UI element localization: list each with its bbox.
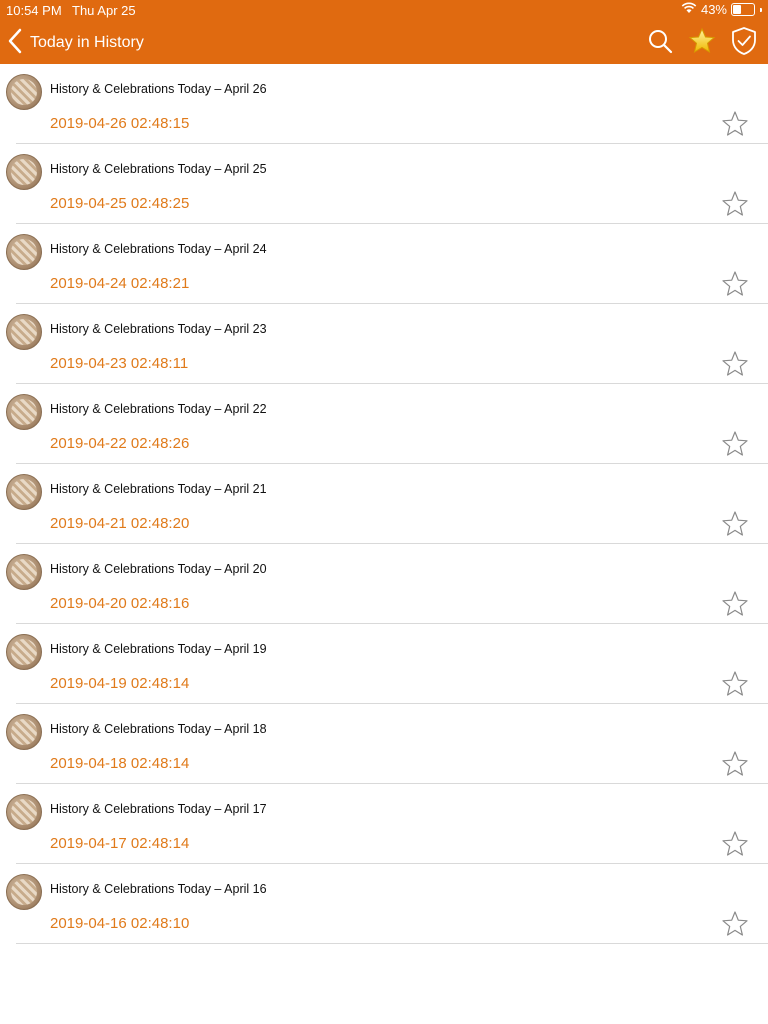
item-date: 2019-04-18 02:48:14 xyxy=(50,755,190,772)
search-button[interactable] xyxy=(646,28,674,58)
chevron-left-icon xyxy=(8,28,22,59)
item-title: History & Celebrations Today – April 24 xyxy=(50,242,267,256)
wifi-icon xyxy=(681,2,697,17)
avatar xyxy=(6,314,42,350)
nav-actions xyxy=(646,26,758,61)
star-outline-icon xyxy=(721,190,749,223)
list-item[interactable]: History & Celebrations Today – April 17 2… xyxy=(0,784,768,864)
star-outline-icon xyxy=(721,270,749,303)
item-date: 2019-04-16 02:48:10 xyxy=(50,915,190,932)
item-title: History & Celebrations Today – April 20 xyxy=(50,562,267,576)
favorite-button[interactable] xyxy=(720,430,750,463)
item-date: 2019-04-23 02:48:11 xyxy=(50,355,189,372)
this-day-logo-icon xyxy=(11,639,37,665)
this-day-logo-icon xyxy=(11,719,37,745)
list-item[interactable]: History & Celebrations Today – April 20 2… xyxy=(0,544,768,624)
this-day-logo-icon xyxy=(11,399,37,425)
star-outline-icon xyxy=(721,430,749,463)
favorite-button[interactable] xyxy=(720,910,750,943)
this-day-logo-icon xyxy=(11,799,37,825)
history-list: History & Celebrations Today – April 26 2… xyxy=(0,64,768,944)
favorite-button[interactable] xyxy=(720,750,750,783)
favorite-button[interactable] xyxy=(720,830,750,863)
item-title: History & Celebrations Today – April 16 xyxy=(50,882,267,896)
star-outline-icon xyxy=(721,830,749,863)
item-title: History & Celebrations Today – April 22 xyxy=(50,402,267,416)
this-day-logo-icon xyxy=(11,159,37,185)
avatar xyxy=(6,394,42,430)
verified-button[interactable] xyxy=(730,26,758,61)
star-outline-icon xyxy=(721,670,749,703)
item-title: History & Celebrations Today – April 25 xyxy=(50,162,267,176)
app-header: 10:54 PM Thu Apr 25 43% Today in History xyxy=(0,0,768,64)
star-outline-icon xyxy=(721,750,749,783)
list-item[interactable]: History & Celebrations Today – April 23 2… xyxy=(0,304,768,384)
avatar xyxy=(6,74,42,110)
star-outline-icon xyxy=(721,590,749,623)
favorites-button[interactable] xyxy=(688,27,716,60)
item-date: 2019-04-22 02:48:26 xyxy=(50,435,190,452)
avatar xyxy=(6,874,42,910)
battery-fill xyxy=(733,5,741,14)
item-date: 2019-04-25 02:48:25 xyxy=(50,195,190,212)
back-button[interactable]: Today in History xyxy=(8,28,144,58)
this-day-logo-icon xyxy=(11,479,37,505)
item-title: History & Celebrations Today – April 23 xyxy=(50,322,267,336)
status-time: 10:54 PM xyxy=(6,3,62,18)
avatar xyxy=(6,234,42,270)
item-title: History & Celebrations Today – April 19 xyxy=(50,642,267,656)
list-item[interactable]: History & Celebrations Today – April 16 2… xyxy=(0,864,768,944)
avatar xyxy=(6,474,42,510)
list-item[interactable]: History & Celebrations Today – April 24 2… xyxy=(0,224,768,304)
favorite-button[interactable] xyxy=(720,350,750,383)
status-bar: 10:54 PM Thu Apr 25 43% xyxy=(0,0,768,20)
this-day-logo-icon xyxy=(11,319,37,345)
item-date: 2019-04-19 02:48:14 xyxy=(50,675,190,692)
list-item[interactable]: History & Celebrations Today – April 19 2… xyxy=(0,624,768,704)
list-item[interactable]: History & Celebrations Today – April 22 2… xyxy=(0,384,768,464)
this-day-logo-icon xyxy=(11,879,37,905)
status-date: Thu Apr 25 xyxy=(72,3,136,18)
search-icon xyxy=(647,28,673,59)
star-outline-icon xyxy=(721,110,749,143)
avatar xyxy=(6,154,42,190)
favorite-button[interactable] xyxy=(720,510,750,543)
item-title: History & Celebrations Today – April 18 xyxy=(50,722,267,736)
avatar xyxy=(6,714,42,750)
item-date: 2019-04-17 02:48:14 xyxy=(50,835,190,852)
item-date: 2019-04-20 02:48:16 xyxy=(50,595,190,612)
battery-icon xyxy=(731,3,755,16)
page-title: Today in History xyxy=(30,34,144,51)
item-title: History & Celebrations Today – April 21 xyxy=(50,482,267,496)
battery-tip xyxy=(760,7,762,12)
this-day-logo-icon xyxy=(11,239,37,265)
star-outline-icon xyxy=(721,350,749,383)
list-item[interactable]: History & Celebrations Today – April 18 2… xyxy=(0,704,768,784)
avatar xyxy=(6,554,42,590)
favorite-button[interactable] xyxy=(720,590,750,623)
list-item[interactable]: History & Celebrations Today – April 21 2… xyxy=(0,464,768,544)
shield-check-icon xyxy=(730,26,758,61)
item-date: 2019-04-24 02:48:21 xyxy=(50,275,190,292)
favorite-button[interactable] xyxy=(720,270,750,303)
nav-bar: Today in History xyxy=(0,22,768,64)
this-day-logo-icon xyxy=(11,559,37,585)
avatar xyxy=(6,794,42,830)
item-date: 2019-04-26 02:48:15 xyxy=(50,115,190,132)
favorite-button[interactable] xyxy=(720,110,750,143)
star-outline-icon xyxy=(721,510,749,543)
this-day-logo-icon xyxy=(11,79,37,105)
star-outline-icon xyxy=(721,910,749,943)
list-item[interactable]: History & Celebrations Today – April 25 2… xyxy=(0,144,768,224)
list-item[interactable]: History & Celebrations Today – April 26 2… xyxy=(0,64,768,144)
item-date: 2019-04-21 02:48:20 xyxy=(50,515,190,532)
favorite-button[interactable] xyxy=(720,190,750,223)
item-title: History & Celebrations Today – April 26 xyxy=(50,82,267,96)
battery-percent: 43% xyxy=(700,2,727,17)
status-right: 43% xyxy=(681,2,762,17)
item-title: History & Celebrations Today – April 17 xyxy=(50,802,267,816)
avatar xyxy=(6,634,42,670)
favorite-button[interactable] xyxy=(720,670,750,703)
star-filled-icon xyxy=(688,27,716,60)
